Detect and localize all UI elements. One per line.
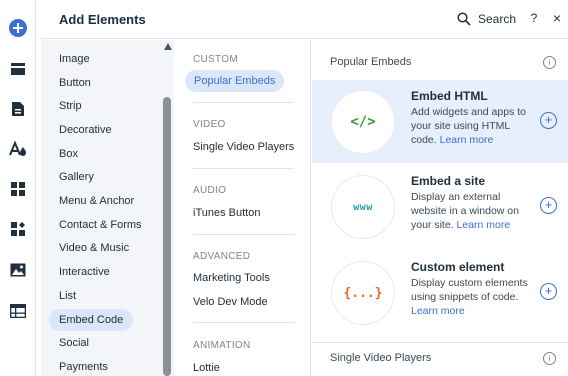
card-title: Embed a site	[411, 174, 486, 188]
braces-icon: {...}	[331, 261, 395, 325]
embed-html-card[interactable]: </> Embed HTML Add widgets and apps to y…	[312, 80, 568, 163]
apps-icon	[11, 182, 25, 196]
category-video-music[interactable]: Video & Music	[49, 237, 139, 259]
section-heading-animation: ANIMATION	[193, 340, 251, 351]
apps-button[interactable]	[0, 174, 36, 204]
section-single-video-players[interactable]: Single Video Players	[193, 141, 294, 153]
help-icon[interactable]: ?	[528, 11, 540, 25]
section-divider	[193, 102, 294, 103]
media-button[interactable]	[0, 255, 36, 285]
add-elements-button[interactable]	[0, 13, 36, 43]
card-title: Embed HTML	[411, 89, 488, 103]
category-strip[interactable]: Strip	[49, 95, 92, 117]
card-title: Custom element	[411, 260, 505, 274]
card-description: Display an external website in a window …	[411, 191, 519, 231]
add-icon[interactable]: +	[540, 197, 557, 214]
category-social[interactable]: Social	[49, 332, 99, 354]
close-icon[interactable]: ×	[551, 10, 563, 26]
left-toolbar	[0, 0, 36, 376]
section-list: CUSTOM Popular Embeds VIDEO Single Video…	[174, 40, 311, 376]
section-heading-audio: AUDIO	[193, 185, 227, 196]
category-list[interactable]: List	[49, 285, 86, 307]
info-icon[interactable]: i	[543, 352, 556, 365]
table-icon	[10, 304, 26, 318]
www-icon: www	[331, 175, 395, 239]
panel-header: Add Elements Search ? ×	[41, 0, 568, 39]
add-icon[interactable]: +	[540, 112, 557, 129]
category-embed-code[interactable]: Embed Code	[49, 309, 134, 331]
section-heading-advanced: ADVANCED	[193, 251, 251, 262]
section-heading-custom: CUSTOM	[193, 54, 238, 65]
category-contact-forms[interactable]: Contact & Forms	[49, 214, 152, 236]
category-menu-anchor[interactable]: Menu & Anchor	[49, 190, 144, 212]
section-divider	[193, 322, 294, 323]
puzzle-icon	[11, 222, 25, 236]
category-interactive[interactable]: Interactive	[49, 261, 120, 283]
info-icon[interactable]: i	[543, 56, 556, 69]
section-divider	[193, 234, 294, 235]
category-button[interactable]: Button	[49, 72, 101, 94]
add-elements-panel: Add Elements Search ? × Image Button Str…	[41, 0, 568, 376]
category-gallery[interactable]: Gallery	[49, 166, 104, 188]
learn-more-link[interactable]: Learn more	[411, 305, 465, 317]
panel-title: Add Elements	[59, 12, 146, 27]
section-velo-dev-mode[interactable]: Velo Dev Mode	[193, 296, 268, 308]
embed-site-card[interactable]: www Embed a site Display an external web…	[312, 165, 568, 248]
section-lottie[interactable]: Lottie	[193, 362, 220, 374]
design-icon	[9, 141, 26, 156]
search-button[interactable]: Search	[478, 12, 516, 26]
category-box[interactable]: Box	[49, 143, 88, 165]
learn-more-link[interactable]: Learn more	[457, 219, 511, 231]
category-list: Image Button Strip Decorative Box Galler…	[41, 40, 174, 376]
scrollbar-thumb[interactable]	[163, 97, 171, 376]
custom-element-card[interactable]: {...} Custom element Display custom elem…	[312, 251, 568, 334]
category-image[interactable]: Image	[49, 48, 100, 70]
learn-more-link[interactable]: Learn more	[440, 134, 494, 146]
add-icon[interactable]: +	[540, 283, 557, 300]
plus-icon	[9, 19, 27, 37]
section-marketing-tools[interactable]: Marketing Tools	[193, 272, 270, 284]
content-divider	[312, 342, 568, 343]
element-gallery: Popular Embeds i </> Embed HTML Add widg…	[312, 40, 568, 376]
pages-icon	[12, 102, 24, 116]
category-payments[interactable]: Payments	[49, 356, 118, 376]
content-next-section-title: Single Video Players	[330, 352, 432, 364]
card-description: Display custom elements using snippets o…	[411, 277, 528, 317]
business-apps-button[interactable]	[0, 214, 36, 244]
sections-icon	[11, 63, 25, 75]
code-icon: </>	[331, 90, 395, 154]
card-description: Add widgets and apps to your site using …	[411, 106, 526, 146]
cms-button[interactable]	[0, 296, 36, 326]
section-popular-embeds[interactable]: Popular Embeds	[185, 70, 285, 92]
scroll-up-icon[interactable]	[164, 43, 172, 50]
category-decorative[interactable]: Decorative	[49, 119, 122, 141]
content-section-title: Popular Embeds	[330, 56, 412, 68]
pages-button[interactable]	[0, 94, 36, 124]
section-heading-video: VIDEO	[193, 119, 226, 130]
design-button[interactable]	[0, 134, 36, 164]
sections-button[interactable]	[0, 54, 36, 84]
media-icon	[10, 263, 26, 277]
search-icon[interactable]	[457, 12, 471, 26]
section-itunes-button[interactable]: iTunes Button	[193, 207, 260, 219]
section-divider	[193, 168, 294, 169]
